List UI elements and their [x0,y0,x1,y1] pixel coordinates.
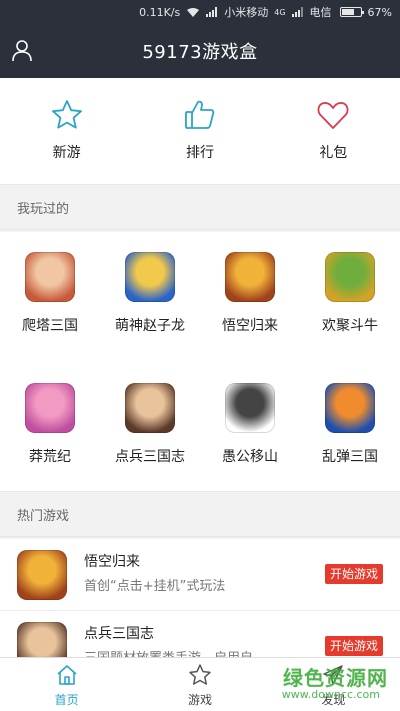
wifi-icon [186,7,200,18]
carrier-2: 电信 [309,6,332,19]
played-section-header: 我玩过的 [0,184,400,230]
quick-nav-ranking[interactable]: 排行 [133,78,266,184]
played-game-item[interactable]: 欢聚斗牛 [300,252,400,362]
app-title: 59173游戏盒 [142,42,258,63]
hot-games-list: 悟空归来 首创“点击+挂机”式玩法 开始游戏 点兵三国志 三国题材放置类手游，启… [0,539,400,659]
game-icon [25,252,75,302]
game-icon [225,252,275,302]
signal-icon [291,7,304,17]
bottom-nav: 首页 游戏 发现 [0,657,400,711]
game-name: 乱弹三国 [322,449,378,465]
quick-nav-gifts[interactable]: 礼包 [267,78,400,184]
tab-discover[interactable]: 发现 [267,658,400,711]
played-game-item[interactable]: 莽荒纪 [0,383,100,493]
quick-nav: 新游 排行 礼包 [0,78,400,184]
tab-home[interactable]: 首页 [0,658,133,711]
game-icon [17,550,67,600]
played-game-item[interactable]: 悟空归来 [200,252,300,362]
carrier-1: 小米移动 [224,6,269,19]
game-name: 欢聚斗牛 [322,318,378,334]
tab-label: 首页 [54,693,79,707]
heart-icon [317,102,349,129]
tab-label: 发现 [321,693,346,707]
played-games-grid: 爬塔三国 萌神赵子龙 悟空归来 欢聚斗牛 莽荒纪 点兵三国志 愚公移山 乱弹三国 [0,232,400,491]
game-name: 悟空归来 [222,318,278,334]
game-icon [125,383,175,433]
hot-section-header: 热门游戏 [0,491,400,537]
start-game-button[interactable]: 开始游戏 [324,636,383,656]
star-outline-icon [189,664,211,685]
played-game-item[interactable]: 点兵三国志 [100,383,200,493]
game-icon [225,383,275,433]
network-type: 4G [274,7,286,17]
send-icon [323,665,344,685]
game-description: 首创“点击+挂机”式玩法 [84,579,226,594]
network-speed: 0.11K/s [139,5,181,19]
game-name: 爬塔三国 [22,318,78,334]
game-name: 点兵三国志 [84,626,154,642]
home-icon [57,665,77,685]
game-name: 悟空归来 [84,554,140,570]
played-game-item[interactable]: 萌神赵子龙 [100,252,200,362]
battery-icon [338,7,364,17]
battery-percent: 67% [367,5,392,19]
thumbs-up-icon [185,100,215,129]
game-name: 莽荒纪 [29,449,71,465]
tab-label: 游戏 [187,693,212,707]
game-name: 点兵三国志 [115,449,185,465]
quick-nav-new-games[interactable]: 新游 [0,78,133,184]
tab-games[interactable]: 游戏 [133,658,266,711]
quick-nav-label: 排行 [185,145,214,161]
user-icon[interactable] [10,38,34,62]
star-icon [51,100,82,129]
game-icon [25,383,75,433]
quick-nav-label: 新游 [52,145,81,161]
signal-icon [206,7,218,17]
played-game-item[interactable]: 爬塔三国 [0,252,100,362]
start-game-button[interactable]: 开始游戏 [324,564,383,584]
game-icon [125,252,175,302]
hot-game-row[interactable]: 点兵三国志 三国题材放置类手游，启用自 开始游戏 [0,611,400,659]
status-bar: 0.11K/s 小米移动 4G 电信 67% [0,0,400,24]
game-name: 愚公移山 [222,449,278,465]
quick-nav-label: 礼包 [319,145,348,161]
game-icon [17,622,67,659]
hot-game-row[interactable]: 悟空归来 首创“点击+挂机”式玩法 开始游戏 [0,539,400,611]
game-name: 萌神赵子龙 [115,318,185,334]
played-game-item[interactable]: 愚公移山 [200,383,300,493]
app-header: 59173游戏盒 [0,24,400,78]
played-game-item[interactable]: 乱弹三国 [300,383,400,493]
game-icon [325,383,375,433]
game-icon [325,252,375,302]
